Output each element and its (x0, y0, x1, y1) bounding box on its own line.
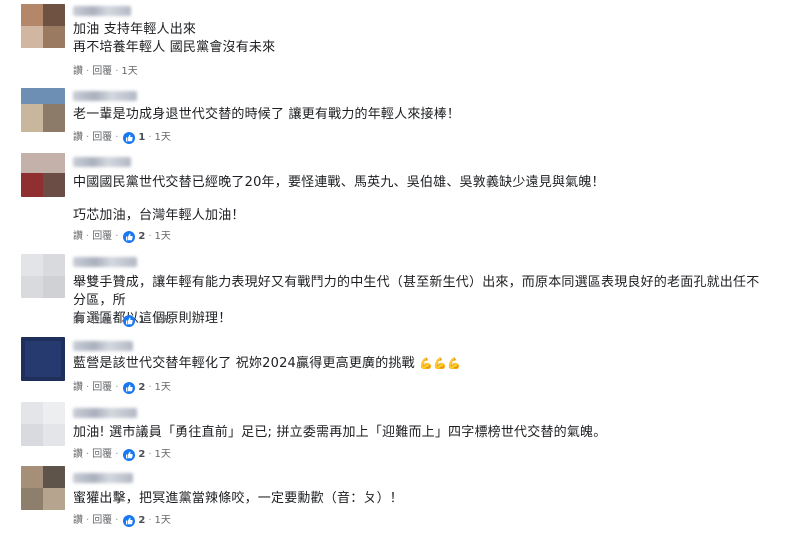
commenter-name[interactable] (73, 257, 137, 267)
thumbs-up-icon (123, 515, 136, 527)
reply-link[interactable]: 回覆 (92, 381, 112, 395)
separator-dot: · (86, 66, 90, 77)
like-count[interactable]: 1 (138, 314, 145, 328)
comment-actions: 讚 · 回覆 · 2 · 1天 (73, 230, 171, 244)
reply-link[interactable]: 回覆 (92, 314, 112, 328)
separator-dot: · (148, 515, 152, 526)
comment-text: 中國國民黨世代交替已經晚了20年，要怪連戰、馬英九、吳伯雄、吳敦義缺少遠見與氣魄… (73, 175, 605, 190)
timestamp[interactable]: 1天 (155, 381, 171, 395)
comment-actions: 讚 · 回覆 · 2 · 1天 (73, 448, 171, 462)
commenter-name[interactable] (73, 473, 133, 483)
reply-link[interactable]: 回覆 (92, 230, 112, 244)
separator-dot: · (115, 515, 119, 526)
comment-text-body: 藍營是該世代交替年輕化了 祝妳2024贏得更高更廣的挑戰 (73, 356, 415, 371)
like-count[interactable]: 1 (138, 131, 145, 145)
thumbs-up-icon (123, 382, 136, 394)
timestamp[interactable]: 1天 (155, 514, 171, 528)
separator-dot: · (115, 231, 119, 242)
timestamp[interactable]: 1天 (155, 314, 171, 328)
separator-dot: · (86, 515, 90, 526)
commenter-name[interactable] (73, 91, 137, 101)
like-link[interactable]: 讚 (73, 381, 83, 395)
avatar[interactable] (21, 337, 65, 381)
avatar[interactable] (21, 254, 65, 298)
thumbs-up-icon (123, 132, 136, 144)
separator-dot: · (86, 382, 90, 393)
separator-dot: · (148, 231, 152, 242)
comment-text: 藍營是該世代交替年輕化了 祝妳2024贏得更高更廣的挑戰 💪💪💪 (73, 355, 772, 373)
thumbs-up-icon (123, 315, 136, 327)
comment-text: 舉雙手贊成，讓年輕有能力表現好又有戰鬥力的中生代（甚至新生代）出來，而原本同選區… (73, 275, 760, 326)
comment-actions: 讚 · 回覆 · 1 · 1天 (73, 314, 171, 328)
like-link[interactable]: 讚 (73, 314, 83, 328)
comment-text-continued: 巧芯加油，台灣年輕人加油！ (73, 208, 245, 223)
separator-dot: · (86, 315, 90, 326)
like-link[interactable]: 讚 (73, 230, 83, 244)
timestamp[interactable]: 1天 (155, 230, 171, 244)
comment-text: 加油! 選市議員「勇往直前」足已; 拼立委需再加上「迎難而上」四字標榜世代交替的… (73, 425, 607, 440)
reply-link[interactable]: 回覆 (92, 514, 112, 528)
like-link[interactable]: 讚 (73, 448, 83, 462)
thumbs-up-icon (123, 231, 136, 243)
comment-actions: 讚 · 回覆 · 1天 (73, 65, 138, 79)
commenter-name[interactable] (73, 157, 131, 167)
flexed-biceps-emoji: 💪💪💪 (419, 357, 461, 370)
reply-link[interactable]: 回覆 (92, 131, 112, 145)
avatar[interactable] (21, 4, 65, 48)
avatar[interactable] (21, 153, 65, 197)
separator-dot: · (148, 132, 152, 143)
separator-dot: · (86, 231, 90, 242)
avatar[interactable] (21, 402, 65, 446)
comment-text: 老一輩是功成身退世代交替的時候了 讓更有戰力的年輕人來接棒！ (73, 107, 461, 122)
commenter-name[interactable] (73, 408, 137, 418)
comment-actions: 讚 · 回覆 · 2 · 1天 (73, 514, 171, 528)
thumbs-up-icon (123, 449, 136, 461)
timestamp[interactable]: 1天 (155, 131, 171, 145)
separator-dot: · (115, 449, 119, 460)
separator-dot: · (86, 449, 90, 460)
reply-link[interactable]: 回覆 (92, 65, 112, 79)
comment-text: 蜜獾出擊，把冥進黨當辣條咬，一定要勳歡（音：ㄆ）！ (73, 491, 404, 506)
like-count[interactable]: 2 (138, 381, 145, 395)
comment-actions: 讚 · 回覆 · 1 · 1天 (73, 131, 171, 145)
comment-actions: 讚 · 回覆 · 2 · 1天 (73, 381, 171, 395)
like-link[interactable]: 讚 (73, 131, 83, 145)
like-link[interactable]: 讚 (73, 514, 83, 528)
timestamp[interactable]: 1天 (121, 65, 137, 79)
like-count[interactable]: 2 (138, 448, 145, 462)
avatar[interactable] (21, 466, 65, 510)
commenter-name[interactable] (73, 6, 131, 16)
separator-dot: · (148, 449, 152, 460)
reply-link[interactable]: 回覆 (92, 448, 112, 462)
like-count[interactable]: 2 (138, 514, 145, 528)
separator-dot: · (115, 315, 119, 326)
separator-dot: · (115, 66, 119, 77)
timestamp[interactable]: 1天 (155, 448, 171, 462)
comment-text: 加油 支持年輕人出來 再不培養年輕人 國民黨會沒有未來 (73, 22, 276, 55)
avatar[interactable] (21, 88, 65, 132)
separator-dot: · (115, 382, 119, 393)
commenter-name[interactable] (73, 341, 133, 351)
separator-dot: · (115, 132, 119, 143)
like-count[interactable]: 2 (138, 230, 145, 244)
separator-dot: · (148, 382, 152, 393)
like-link[interactable]: 讚 (73, 65, 83, 79)
separator-dot: · (86, 132, 90, 143)
separator-dot: · (148, 315, 152, 326)
